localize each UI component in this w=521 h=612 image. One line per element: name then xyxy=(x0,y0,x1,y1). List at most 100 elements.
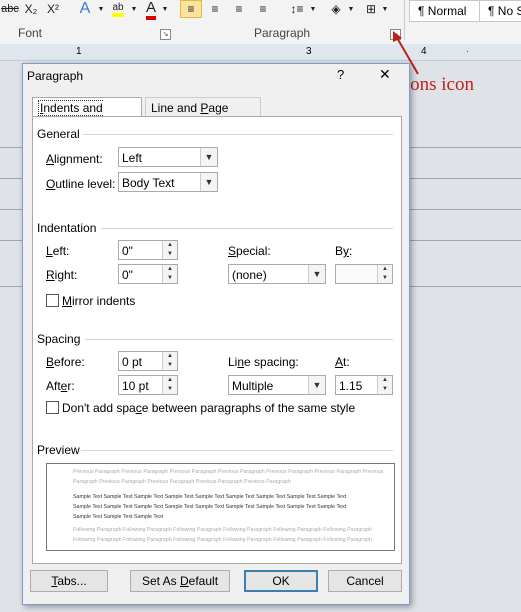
alignment-select[interactable]: Left ▼ xyxy=(118,147,218,167)
spin-up-icon[interactable]: ▲ xyxy=(162,376,177,385)
strikethrough-button[interactable]: abc xyxy=(1,0,19,18)
special-label: Special: xyxy=(228,244,271,258)
right-indent-input[interactable]: 0" ▲ ▼ xyxy=(118,264,178,284)
by-input[interactable]: ▲ ▼ xyxy=(335,264,393,284)
cancel-button[interactable]: Cancel xyxy=(328,570,402,592)
at-input[interactable]: 1.15 ▲ ▼ xyxy=(335,375,393,395)
general-heading: General xyxy=(37,127,80,141)
special-select[interactable]: (none) ▼ xyxy=(228,264,326,284)
spin-down-icon[interactable]: ▼ xyxy=(162,274,177,283)
align-left-icon[interactable]: ≡ xyxy=(180,0,202,18)
chevron-down-icon[interactable]: ▼ xyxy=(346,0,356,18)
spin-down-icon[interactable]: ▼ xyxy=(162,361,177,370)
dont-add-space-label: Don't add space between paragraphs of th… xyxy=(62,401,356,415)
spin-up-icon[interactable]: ▲ xyxy=(162,352,177,361)
align-center-icon[interactable]: ≡ xyxy=(206,0,224,18)
divider xyxy=(81,450,393,451)
line-spacing-label: Line spacing: xyxy=(228,355,299,369)
justify-icon[interactable]: ≡ xyxy=(254,0,272,18)
line-spacing-icon[interactable]: ↕≡ xyxy=(286,0,308,18)
spin-up-icon[interactable]: ▲ xyxy=(377,265,392,274)
divider xyxy=(101,228,393,229)
ruler[interactable]: 1 3 4 · xyxy=(0,44,521,61)
alignment-label: Alignment: xyxy=(46,152,103,166)
chevron-down-icon[interactable]: ▼ xyxy=(200,173,217,191)
by-label: By: xyxy=(335,244,353,258)
chevron-down-icon[interactable]: ▼ xyxy=(200,148,217,166)
tab-panel: General Alignment: Left ▼ Outline level:… xyxy=(32,116,402,564)
spin-down-icon[interactable]: ▼ xyxy=(162,250,177,259)
spin-down-icon[interactable]: ▼ xyxy=(377,385,392,394)
spin-down-icon[interactable]: ▼ xyxy=(377,274,392,283)
ok-button[interactable]: OK xyxy=(244,570,318,592)
after-label: After: xyxy=(46,379,75,393)
mirror-indents-label: Mirror indents xyxy=(62,294,136,308)
mirror-indents-checkbox[interactable] xyxy=(46,294,59,307)
left-indent-label: Left: xyxy=(46,244,70,258)
spin-up-icon[interactable]: ▲ xyxy=(377,376,392,385)
borders-icon[interactable]: ⊞ xyxy=(362,0,380,18)
spacing-heading: Spacing xyxy=(37,332,81,346)
right-indent-value: 0" xyxy=(122,268,133,282)
before-label: Before: xyxy=(46,355,85,369)
preview-sample-line: Sample Text Sample Text Sample Text xyxy=(73,514,164,520)
after-input[interactable]: 10 pt ▲ ▼ xyxy=(118,375,178,395)
chevron-down-icon[interactable]: ▼ xyxy=(96,0,106,18)
font-dialog-launcher-icon[interactable]: ↘ xyxy=(160,29,171,40)
shading-icon[interactable]: ◈ xyxy=(326,0,346,18)
ruler-mark: 1 xyxy=(76,46,82,57)
at-label: At: xyxy=(335,355,350,369)
chevron-down-icon[interactable]: ▼ xyxy=(308,265,325,283)
after-value: 10 pt xyxy=(122,379,149,393)
tab-indents-and-spacing[interactable]: Indents and Spacing xyxy=(32,97,142,136)
text-effects-icon[interactable]: A xyxy=(74,0,96,18)
left-indent-input[interactable]: 0" ▲ ▼ xyxy=(118,240,178,260)
style-no-spacing[interactable]: ¶ No Sp xyxy=(479,0,521,22)
before-input[interactable]: 0 pt ▲ ▼ xyxy=(118,351,178,371)
indentation-heading: Indentation xyxy=(37,221,97,235)
divider xyxy=(85,339,393,340)
divider xyxy=(83,134,393,135)
right-indent-label: Right: xyxy=(46,268,78,282)
superscript-button[interactable]: X² xyxy=(44,0,62,18)
style-normal[interactable]: ¶ Normal xyxy=(409,0,485,22)
chevron-down-icon[interactable]: ▼ xyxy=(160,0,170,18)
preview-sample-line: Sample Text Sample Text Sample Text Samp… xyxy=(73,494,347,500)
outline-level-select[interactable]: Body Text ▼ xyxy=(118,172,218,192)
set-as-default-button[interactable]: Set As Default xyxy=(130,570,230,592)
outline-level-label: Outline level: xyxy=(46,177,116,191)
preview-following-line: Following Paragraph Following Paragraph … xyxy=(73,537,372,543)
left-indent-value: 0" xyxy=(122,244,133,258)
before-value: 0 pt xyxy=(122,355,143,369)
alignment-value: Left xyxy=(122,151,143,165)
special-value: (none) xyxy=(232,268,267,282)
spin-down-icon[interactable]: ▼ xyxy=(162,385,177,394)
dont-add-space-checkbox[interactable] xyxy=(46,401,59,414)
paragraph-group-label: Paragraph xyxy=(254,26,311,40)
line-spacing-value: Multiple xyxy=(232,379,274,393)
paragraph-dialog: Paragraph ? ✕ Indents and Spacing Line a… xyxy=(22,63,410,605)
ribbon: abc X₂ X² A ▼ ab ▼ A ▼ ≡ ≡ ≡ ≡ ↕≡ ▼ ◈ ▼ … xyxy=(0,0,521,45)
preview-sample-line: Sample Text Sample Text Sample Text Samp… xyxy=(73,504,347,510)
spin-up-icon[interactable]: ▲ xyxy=(162,241,177,250)
tabs-button[interactable]: Tabs... xyxy=(30,570,108,592)
font-color-icon[interactable]: A xyxy=(142,0,160,20)
preview-heading: Preview xyxy=(37,443,80,457)
chevron-down-icon[interactable]: ▼ xyxy=(129,0,139,18)
dialog-title: Paragraph xyxy=(27,69,84,83)
preview-box: Previous Paragraph Previous Paragraph Pr… xyxy=(46,463,395,551)
chevron-down-icon[interactable]: ▼ xyxy=(308,376,325,394)
help-button[interactable]: ? xyxy=(337,67,344,82)
at-value: 1.15 xyxy=(339,379,363,393)
outline-level-value: Body Text xyxy=(122,176,175,190)
subscript-button[interactable]: X₂ xyxy=(22,0,40,18)
align-right-icon[interactable]: ≡ xyxy=(230,0,248,18)
chevron-down-icon[interactable]: ▼ xyxy=(380,0,390,18)
highlight-icon[interactable]: ab xyxy=(107,0,129,18)
chevron-down-icon[interactable]: ▼ xyxy=(308,0,318,18)
spin-up-icon[interactable]: ▲ xyxy=(162,265,177,274)
preview-following-line: Following Paragraph Following Paragraph … xyxy=(73,527,372,533)
close-icon[interactable]: ✕ xyxy=(379,66,391,83)
tab-line-and-page-breaks[interactable]: Line and Page Breaks xyxy=(145,97,261,135)
line-spacing-select[interactable]: Multiple ▼ xyxy=(228,375,326,395)
